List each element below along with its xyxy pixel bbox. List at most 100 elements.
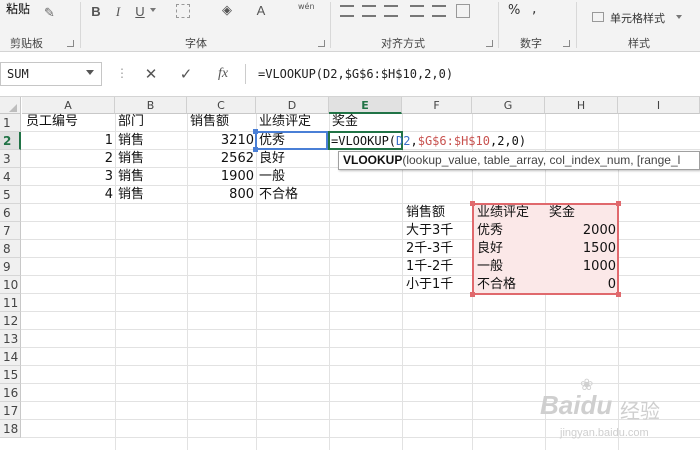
row-header-13[interactable]: 13 bbox=[0, 330, 21, 348]
cell-styles-button[interactable]: 单元格样式 bbox=[610, 10, 665, 26]
row-header-15[interactable]: 15 bbox=[0, 366, 21, 384]
cell-f10[interactable]: 小于1千 bbox=[404, 276, 455, 294]
cell-f7[interactable]: 大于3千 bbox=[404, 222, 455, 240]
cell-c4[interactable]: 1900 bbox=[187, 168, 256, 186]
underline-button[interactable]: U bbox=[132, 3, 148, 21]
cell-styles-icon[interactable] bbox=[592, 12, 604, 22]
row-header-11[interactable]: 11 bbox=[0, 294, 21, 312]
comma-style-button[interactable]: , bbox=[532, 1, 536, 17]
number-launcher-icon[interactable] bbox=[563, 40, 570, 47]
cell-d5[interactable]: 不合格 bbox=[257, 186, 300, 204]
row-header-7[interactable]: 7 bbox=[0, 222, 21, 240]
select-all-icon bbox=[9, 104, 17, 112]
row-header-12[interactable]: 12 bbox=[0, 312, 21, 330]
fill-color-icon[interactable]: ◈ bbox=[218, 2, 236, 20]
cell-styles-dropdown-icon[interactable] bbox=[676, 15, 682, 19]
cell-c1[interactable]: 销售额 bbox=[188, 113, 231, 131]
borders-icon[interactable] bbox=[176, 4, 190, 18]
gridline bbox=[21, 365, 700, 366]
formula-input[interactable]: =VLOOKUP(D2,$G$6:$H$10,2,0) bbox=[250, 62, 700, 86]
column-header-d[interactable]: D bbox=[256, 97, 329, 114]
paste-button[interactable]: 粘贴 bbox=[6, 0, 30, 17]
name-box-dropdown-icon[interactable] bbox=[86, 70, 94, 75]
cell-d3[interactable]: 良好 bbox=[257, 150, 287, 168]
row-header-9[interactable]: 9 bbox=[0, 258, 21, 276]
reference-handle[interactable] bbox=[253, 147, 258, 152]
column-header-e[interactable]: E bbox=[329, 97, 402, 114]
group-divider bbox=[80, 2, 81, 48]
row-header-16[interactable]: 16 bbox=[0, 384, 21, 402]
alignment-launcher-icon[interactable] bbox=[486, 40, 493, 47]
cell-e1[interactable]: 奖金 bbox=[330, 113, 360, 131]
row-header-4[interactable]: 4 bbox=[0, 168, 21, 186]
cell-f9[interactable]: 1千-2千 bbox=[404, 258, 455, 276]
column-header-i[interactable]: I bbox=[618, 97, 700, 114]
decrease-indent-icon[interactable] bbox=[410, 5, 424, 17]
row-header-2[interactable]: 2 bbox=[0, 132, 21, 150]
merge-center-icon[interactable] bbox=[456, 4, 470, 18]
cell-a3[interactable]: 2 bbox=[22, 150, 115, 168]
italic-button[interactable]: I bbox=[110, 3, 126, 21]
range-resize-handle[interactable] bbox=[470, 201, 475, 206]
column-header-h[interactable]: H bbox=[545, 97, 618, 114]
cell-b4[interactable]: 销售 bbox=[116, 168, 146, 186]
align-left-icon[interactable] bbox=[340, 5, 354, 17]
row-header-10[interactable]: 10 bbox=[0, 276, 21, 294]
cell-a1[interactable]: 员工编号 bbox=[24, 113, 80, 131]
row-header-5[interactable]: 5 bbox=[0, 186, 21, 204]
increase-indent-icon[interactable] bbox=[432, 5, 446, 17]
cell-c3[interactable]: 2562 bbox=[187, 150, 256, 168]
enter-icon[interactable]: ✓ bbox=[175, 62, 197, 86]
row-header-6[interactable]: 6 bbox=[0, 204, 21, 222]
format-painter-icon[interactable]: ✎ bbox=[44, 6, 60, 21]
font-color-icon[interactable]: A bbox=[252, 2, 270, 20]
cell-f6[interactable]: 销售额 bbox=[404, 204, 447, 222]
align-right-icon[interactable] bbox=[384, 5, 398, 17]
cell-a2[interactable]: 1 bbox=[22, 132, 115, 150]
lookup-range-outline[interactable] bbox=[472, 203, 619, 295]
bold-button[interactable]: B bbox=[88, 3, 104, 21]
cell-a4[interactable]: 3 bbox=[22, 168, 115, 186]
column-header-a[interactable]: A bbox=[22, 97, 115, 114]
underline-dropdown-icon[interactable] bbox=[150, 8, 156, 12]
row-header-1[interactable]: 1 bbox=[0, 114, 21, 132]
cell-b5[interactable]: 销售 bbox=[116, 186, 146, 204]
clipboard-launcher-icon[interactable] bbox=[67, 40, 74, 47]
cell-f8[interactable]: 2千-3千 bbox=[404, 240, 455, 258]
align-center-icon[interactable] bbox=[362, 5, 376, 17]
row-header-18[interactable]: 18 bbox=[0, 420, 21, 438]
cell-b2[interactable]: 销售 bbox=[116, 132, 146, 150]
cancel-icon[interactable]: ✕ bbox=[140, 62, 162, 86]
column-header-g[interactable]: G bbox=[472, 97, 545, 114]
range-resize-handle[interactable] bbox=[470, 292, 475, 297]
cell-b3[interactable]: 销售 bbox=[116, 150, 146, 168]
cell-d1[interactable]: 业绩评定 bbox=[257, 113, 313, 131]
cell-e2-editor[interactable]: =VLOOKUP(D2,$G$6:$H$10,2,0) bbox=[329, 132, 528, 150]
formula-rest: ,2,0) bbox=[489, 134, 527, 148]
cell-d2[interactable]: 优秀 bbox=[257, 132, 287, 150]
column-header-b[interactable]: B bbox=[115, 97, 187, 114]
row-header-17[interactable]: 17 bbox=[0, 402, 21, 420]
number-group-label: 数字 bbox=[520, 37, 542, 50]
function-tooltip: VLOOKUP(lookup_value, table_array, col_i… bbox=[338, 151, 700, 170]
reference-handle[interactable] bbox=[253, 129, 258, 134]
phonetic-icon[interactable]: wén bbox=[298, 2, 315, 11]
cell-a5[interactable]: 4 bbox=[22, 186, 115, 204]
row-header-14[interactable]: 14 bbox=[0, 348, 21, 366]
range-resize-handle[interactable] bbox=[616, 201, 621, 206]
cell-c5[interactable]: 800 bbox=[187, 186, 256, 204]
column-header-c[interactable]: C bbox=[187, 97, 256, 114]
cell-b1[interactable]: 部门 bbox=[116, 113, 146, 131]
range-resize-handle[interactable] bbox=[616, 292, 621, 297]
insert-function-icon[interactable]: fx bbox=[212, 62, 234, 86]
row-header-8[interactable]: 8 bbox=[0, 240, 21, 258]
cell-d4[interactable]: 一般 bbox=[257, 168, 287, 186]
percent-style-button[interactable]: % bbox=[508, 3, 520, 18]
cell-c2[interactable]: 3210 bbox=[187, 132, 256, 150]
column-header-f[interactable]: F bbox=[402, 97, 472, 114]
row-header-3[interactable]: 3 bbox=[0, 150, 21, 168]
tooltip-function-name[interactable]: VLOOKUP bbox=[343, 153, 402, 167]
clipboard-group-label: 剪贴板 bbox=[10, 37, 43, 50]
font-group-label: 字体 bbox=[185, 37, 207, 50]
font-launcher-icon[interactable] bbox=[318, 40, 325, 47]
